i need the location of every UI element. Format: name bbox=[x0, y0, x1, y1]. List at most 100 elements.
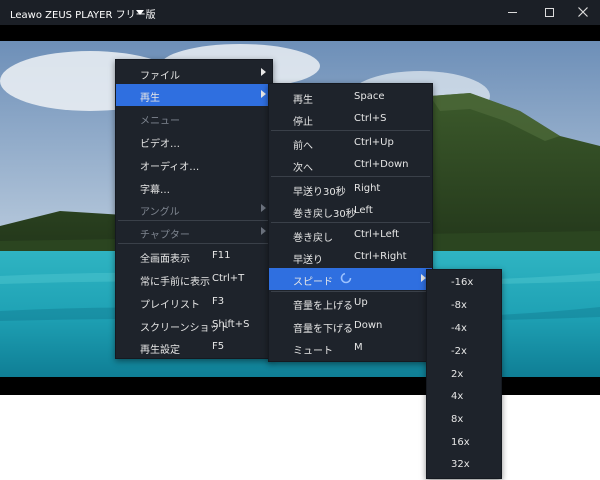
minimize-button[interactable] bbox=[496, 0, 530, 25]
menu-item-shortcut: F5 bbox=[212, 341, 225, 352]
menu-item-previous[interactable]: 前へ Ctrl+Up bbox=[269, 132, 432, 154]
menu-item-label: スピード bbox=[293, 277, 333, 288]
menu-item-always-on-top[interactable]: 常に手前に表示 Ctrl+T bbox=[116, 268, 272, 290]
speed-option[interactable]: -16x bbox=[427, 272, 501, 294]
speed-option-label: 2x bbox=[451, 369, 464, 380]
speed-option[interactable]: -2x bbox=[427, 341, 501, 363]
speed-option-label: -2x bbox=[451, 346, 467, 357]
menu-item-fullscreen[interactable]: 全画面表示 F11 bbox=[116, 245, 272, 267]
menu-item-label: ミュート bbox=[293, 346, 333, 357]
menu-item-file[interactable]: ファイル bbox=[116, 62, 272, 84]
menu-item-shortcut: Ctrl+S bbox=[354, 113, 387, 124]
menu-item-video[interactable]: ビデオ… bbox=[116, 130, 272, 152]
title-bar: Leawo ZEUS PLAYER フリー版 bbox=[0, 0, 600, 25]
speed-option-label: -8x bbox=[451, 300, 467, 311]
speed-option[interactable]: -8x bbox=[427, 295, 501, 317]
minimize-icon bbox=[508, 12, 517, 13]
submenu-arrow-icon bbox=[261, 68, 266, 76]
menu-item-label: オーディオ… bbox=[140, 162, 200, 173]
menu-item-shortcut: Ctrl+Down bbox=[354, 159, 409, 170]
context-menu-playback: 再生 Space 停止 Ctrl+S 前へ Ctrl+Up 次へ Ctrl+Do… bbox=[268, 83, 433, 362]
menu-item-label: プレイリスト bbox=[140, 300, 200, 311]
menu-item-audio[interactable]: オーディオ… bbox=[116, 153, 272, 175]
submenu-arrow-icon bbox=[261, 227, 266, 235]
menu-item-label: ファイル bbox=[140, 71, 180, 82]
menu-item-play[interactable]: 再生 Space bbox=[269, 86, 432, 108]
speed-option-label: 4x bbox=[451, 391, 464, 402]
menu-item-label: 再生 bbox=[293, 95, 313, 106]
menu-item-menu: メニュー bbox=[116, 107, 272, 129]
menu-item-label: 音量を下げる bbox=[293, 324, 353, 335]
menu-item-label: 早送り30秒 bbox=[293, 187, 346, 198]
submenu-arrow-icon bbox=[261, 204, 266, 212]
context-menu-speed: -16x -8x -4x -2x 2x 4x 8x 16x 32x bbox=[426, 269, 502, 479]
menu-item-playback-settings[interactable]: 再生設定 F5 bbox=[116, 336, 272, 358]
speed-option-label: 8x bbox=[451, 414, 464, 425]
menu-separator bbox=[271, 222, 430, 223]
menu-item-skip-forward-30s[interactable]: 早送り30秒 Right bbox=[269, 178, 432, 200]
menu-item-label: メニュー bbox=[140, 116, 180, 127]
menu-item-shortcut: Ctrl+Up bbox=[354, 137, 394, 148]
menu-item-label: 再生 bbox=[140, 93, 160, 104]
menu-item-shortcut: Ctrl+Left bbox=[354, 229, 399, 240]
menu-item-fast-forward[interactable]: 早送り Ctrl+Right bbox=[269, 246, 432, 268]
speed-option[interactable]: 4x bbox=[427, 386, 501, 408]
menu-item-shortcut: Ctrl+T bbox=[212, 273, 245, 284]
menu-item-volume-down[interactable]: 音量を下げる Down bbox=[269, 315, 432, 337]
menu-item-playback[interactable]: 再生 bbox=[116, 84, 272, 106]
menu-item-label: 巻き戻し bbox=[293, 233, 333, 244]
close-button[interactable] bbox=[566, 0, 600, 25]
menu-item-skip-back-30s[interactable]: 巻き戻し30秒 Left bbox=[269, 200, 432, 222]
speed-option-label: -4x bbox=[451, 323, 467, 334]
menu-item-label: 次へ bbox=[293, 163, 313, 174]
menu-item-next[interactable]: 次へ Ctrl+Down bbox=[269, 154, 432, 176]
speed-option-label: -16x bbox=[451, 277, 474, 288]
menu-item-label: 早送り bbox=[293, 255, 323, 266]
menu-item-label: 全画面表示 bbox=[140, 254, 190, 265]
menu-item-subtitles[interactable]: 字幕… bbox=[116, 176, 272, 198]
menu-item-rewind[interactable]: 巻き戻し Ctrl+Left bbox=[269, 224, 432, 246]
speed-option-label: 32x bbox=[451, 459, 470, 470]
loading-spinner-icon bbox=[340, 272, 352, 284]
menu-separator bbox=[271, 176, 430, 177]
menu-item-mute[interactable]: ミュート M bbox=[269, 337, 432, 359]
speed-option[interactable]: 16x bbox=[427, 432, 501, 454]
menu-item-playlist[interactable]: プレイリスト F3 bbox=[116, 291, 272, 313]
maximize-button[interactable] bbox=[532, 0, 566, 25]
menu-item-label: 再生設定 bbox=[140, 345, 180, 356]
menu-item-shortcut: F3 bbox=[212, 296, 225, 307]
menu-item-label: チャプター bbox=[140, 230, 190, 241]
menu-item-label: 常に手前に表示 bbox=[140, 277, 210, 288]
menu-item-shortcut: Ctrl+Right bbox=[354, 251, 407, 262]
menu-item-label: アングル bbox=[140, 207, 180, 218]
menu-item-stop[interactable]: 停止 Ctrl+S bbox=[269, 108, 432, 130]
speed-option[interactable]: 32x bbox=[427, 454, 501, 476]
menu-separator bbox=[271, 130, 430, 131]
speed-option[interactable]: 2x bbox=[427, 364, 501, 386]
title-dropdown-icon[interactable] bbox=[136, 10, 144, 15]
menu-item-label: 音量を上げる bbox=[293, 301, 353, 312]
context-menu-main: ファイル 再生 メニュー ビデオ… オーディオ… 字幕… アングル チャプター … bbox=[115, 59, 273, 359]
menu-item-label: 巻き戻し30秒 bbox=[293, 209, 356, 220]
menu-item-shortcut: Down bbox=[354, 320, 383, 331]
menu-item-shortcut: Left bbox=[354, 205, 373, 216]
app-title: Leawo ZEUS PLAYER フリー版 bbox=[10, 10, 156, 21]
speed-option[interactable]: -4x bbox=[427, 318, 501, 340]
menu-item-shortcut: M bbox=[354, 342, 363, 353]
menu-item-label: 前へ bbox=[293, 141, 313, 152]
menu-item-chapter: チャプター bbox=[116, 221, 272, 243]
submenu-arrow-icon bbox=[261, 90, 266, 98]
speed-option[interactable]: 8x bbox=[427, 409, 501, 431]
menu-item-shortcut: Shift+S bbox=[212, 319, 250, 330]
close-icon bbox=[578, 7, 588, 17]
menu-item-shortcut: Up bbox=[354, 297, 368, 308]
menu-item-volume-up[interactable]: 音量を上げる Up bbox=[269, 292, 432, 314]
menu-item-screenshot[interactable]: スクリーンショット Shift+S bbox=[116, 314, 272, 336]
menu-item-label: 停止 bbox=[293, 117, 313, 128]
menu-item-shortcut: Right bbox=[354, 183, 381, 194]
maximize-icon bbox=[545, 8, 554, 17]
menu-item-speed[interactable]: スピード bbox=[269, 268, 432, 290]
menu-item-shortcut: F11 bbox=[212, 250, 231, 261]
menu-item-shortcut: Space bbox=[354, 91, 385, 102]
menu-item-label: ビデオ… bbox=[140, 139, 180, 150]
